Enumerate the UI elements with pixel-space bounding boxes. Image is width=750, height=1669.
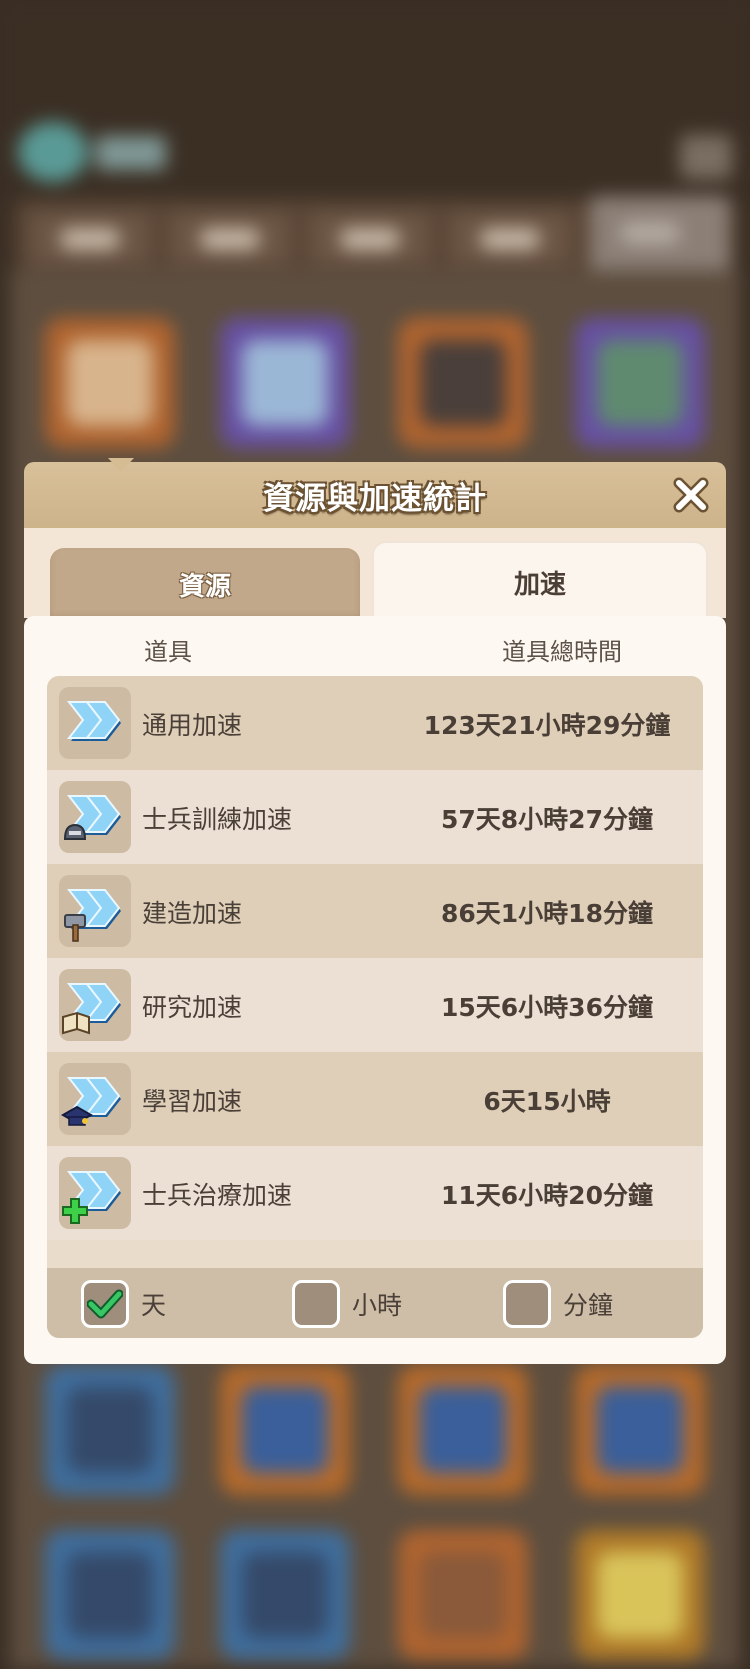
unit-day-label: 天 [141,1291,167,1320]
speedup-healing-icon [59,1157,131,1229]
unit-day-checkbox[interactable]: 天 [81,1280,166,1328]
item-total-time: 11天6小時20分鐘 [441,1181,653,1210]
speedup-training-icon [59,781,131,853]
unit-minute-checkbox[interactable]: 分鐘 [503,1280,613,1328]
list-item[interactable]: 士兵訓練加速 57天8小時27分鐘 [47,770,703,864]
speedup-building-icon [59,875,131,947]
close-button[interactable] [670,474,712,516]
screen: 資源與加速統計 資源 加速 道具 道具總時間 通用加速 123天21小時29分鐘… [0,0,750,1669]
item-name: 士兵訓練加速 [142,805,293,834]
unit-hour-checkbox[interactable]: 小時 [292,1280,402,1328]
list-item[interactable]: 學習加速 6天15小時 [47,1052,703,1146]
column-header-total-time: 道具總時間 [502,638,622,666]
unit-hour-label: 小時 [352,1291,403,1320]
list-item[interactable]: 建造加速 86天1小時18分鐘 [47,864,703,958]
column-header-item: 道具 [144,638,192,666]
tab-speedup-label: 加速 [513,569,566,600]
unit-minute-label: 分鐘 [563,1291,614,1320]
item-name: 研究加速 [142,993,243,1022]
list-item[interactable]: 通用加速 123天21小時29分鐘 [47,676,703,770]
speedup-research-icon [59,969,131,1041]
checkbox-unchecked[interactable] [292,1280,340,1328]
item-name: 士兵治療加速 [142,1181,293,1210]
speedup-general-icon [59,687,131,759]
speedup-list: 通用加速 123天21小時29分鐘 士兵訓練加速 57天8小時27分鐘 建造加速… [47,676,703,1338]
close-icon [673,477,709,513]
checkbox-checked[interactable] [81,1280,129,1328]
item-total-time: 57天8小時27分鐘 [441,805,653,834]
item-total-time: 6天15小時 [483,1087,611,1116]
checkmark-icon [87,1289,123,1319]
modal-pointer [108,458,134,472]
unit-selector: 天 小時 分鐘 [47,1268,703,1338]
tab-resources[interactable]: 資源 [50,548,360,620]
item-total-time: 15天6小時36分鐘 [441,993,653,1022]
tab-resources-label: 資源 [178,571,231,602]
modal-title: 資源與加速統計 [263,480,487,517]
item-name: 建造加速 [142,899,243,928]
item-name: 通用加速 [142,711,243,740]
list-item[interactable]: 士兵治療加速 11天6小時20分鐘 [47,1146,703,1240]
speedup-learning-icon [59,1063,131,1135]
item-name: 學習加速 [142,1087,243,1116]
checkbox-unchecked[interactable] [503,1280,551,1328]
item-total-time: 123天21小時29分鐘 [423,711,671,740]
tab-speedup[interactable]: 加速 [372,541,708,621]
item-total-time: 86天1小時18分鐘 [441,899,653,928]
list-item[interactable]: 研究加速 15天6小時36分鐘 [47,958,703,1052]
